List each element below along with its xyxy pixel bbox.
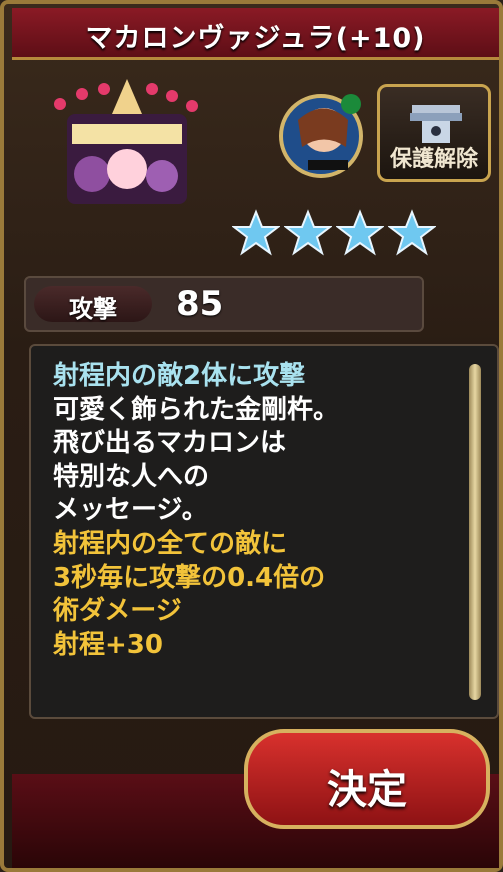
star-icon <box>336 209 384 256</box>
star-icon <box>388 209 436 256</box>
description-line: メッセージ。 <box>53 495 208 526</box>
confirm-label: 決定 <box>327 767 407 813</box>
confirm-button[interactable]: 決定 <box>244 729 490 829</box>
attack-stat-bar: 攻撃 85 <box>24 276 424 332</box>
weapon-detail-panel: マカロンヴァジュラ(+10) 保護解除 攻撃 85 射程内の敵2体に攻撃 可愛く… <box>0 0 503 872</box>
description-line: 術ダメージ <box>53 596 182 627</box>
lock-icon <box>410 105 462 143</box>
attack-value: 85 <box>176 284 224 324</box>
unlock-protection-label: 保護解除 <box>389 147 478 172</box>
description-line: 射程+30 <box>53 629 163 660</box>
description-line: 3秒毎に攻撃の0.4倍の <box>53 562 326 593</box>
unlock-protection-button[interactable]: 保護解除 <box>377 84 491 182</box>
rarity-stars <box>232 209 442 261</box>
description-line: 射程内の全ての敵に <box>53 528 288 559</box>
description-box[interactable]: 射程内の敵2体に攻撃 可愛く飾られた金剛杵。 飛び出るマカロンは 特別な人への メッセー… <box>29 344 499 719</box>
description-text: 射程内の敵2体に攻撃 可愛く飾られた金剛杵。 飛び出るマカロンは 特別な人への メッセー… <box>53 360 339 662</box>
description-scrollbar[interactable] <box>469 364 481 700</box>
attack-label-badge: 攻撃 <box>34 286 152 323</box>
character-portrait-icon[interactable] <box>276 92 366 180</box>
star-icon <box>232 209 280 256</box>
weapon-image <box>54 79 198 204</box>
description-line: 特別な人への <box>53 461 210 492</box>
description-line: 飛び出るマカロンは <box>53 428 286 459</box>
description-line: 可愛く飾られた金剛杵。 <box>53 394 340 425</box>
title-bar: マカロンヴァジュラ(+10) <box>12 8 499 60</box>
attack-label: 攻撃 <box>69 295 117 323</box>
star-icon <box>284 209 332 256</box>
weapon-name: マカロンヴァジュラ(+10) <box>85 23 426 54</box>
description-line: 射程内の敵2体に攻撃 <box>53 361 306 391</box>
